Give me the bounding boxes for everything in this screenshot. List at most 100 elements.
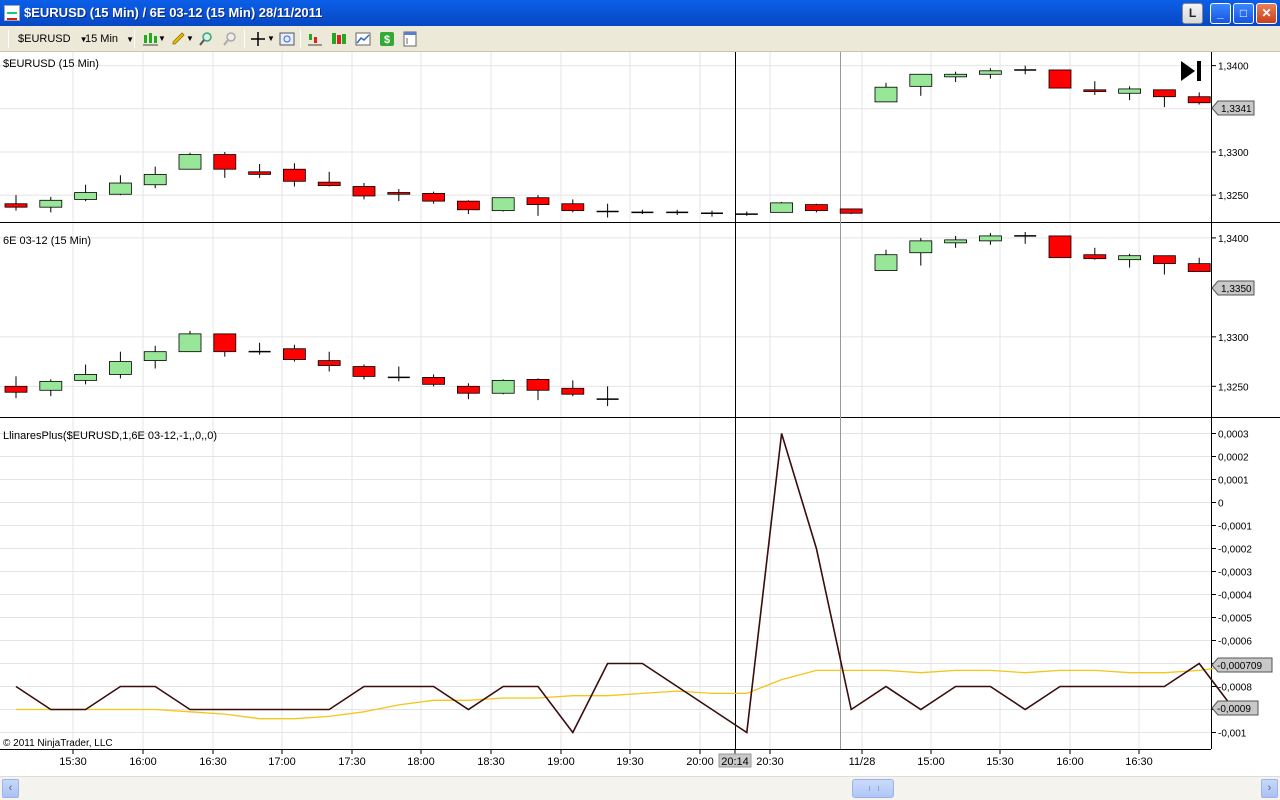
window-title: $EURUSD (15 Min) / 6E 03-12 (15 Min) 28/… bbox=[24, 5, 323, 20]
indicator-panel-tick-label: -0,0004 bbox=[1218, 591, 1252, 602]
eurusd-candle bbox=[178, 152, 202, 170]
crosshair-icon[interactable] bbox=[250, 31, 266, 47]
6e-candle bbox=[4, 376, 28, 399]
candle-body bbox=[1083, 89, 1107, 92]
candle-body bbox=[178, 154, 202, 170]
candle-body bbox=[909, 240, 933, 254]
eurusd-candle bbox=[213, 151, 237, 178]
eurusd-candle bbox=[1048, 69, 1072, 89]
candle-body bbox=[874, 254, 898, 271]
play-arrow-icon bbox=[1181, 61, 1195, 81]
instrument-selector[interactable]: $EURUSD ▼ bbox=[18, 30, 88, 48]
minimize-button[interactable]: _ bbox=[1210, 3, 1231, 24]
indicator-panel-tick-label: -0,0002 bbox=[1218, 545, 1252, 556]
link-button[interactable]: L bbox=[1182, 3, 1203, 24]
candle-body bbox=[1187, 263, 1211, 272]
pencil-icon[interactable] bbox=[170, 31, 186, 47]
6e-candle bbox=[213, 333, 237, 357]
candle-body bbox=[109, 361, 132, 375]
svg-text:-0,0009: -0,0009 bbox=[1217, 704, 1251, 715]
chevron-down-icon[interactable]: ▼ bbox=[186, 30, 194, 48]
candle-body bbox=[352, 366, 376, 377]
scroll-left-arrow-icon[interactable]: ‹ bbox=[2, 779, 19, 798]
6e-candle bbox=[422, 374, 446, 387]
eurusd-candle bbox=[1153, 89, 1176, 108]
time-axis-label: 17:00 bbox=[268, 756, 296, 768]
candle-body bbox=[4, 385, 28, 393]
eurusd-candle bbox=[770, 202, 793, 213]
svg-text:1,3341: 1,3341 bbox=[1221, 104, 1252, 115]
candle-body bbox=[422, 192, 446, 202]
candle-body bbox=[143, 173, 167, 186]
indicators-icon[interactable] bbox=[307, 31, 323, 47]
dollar-icon[interactable]: $ bbox=[379, 31, 395, 47]
time-axis-label: 16:30 bbox=[199, 756, 227, 768]
strategies-icon[interactable] bbox=[331, 31, 347, 47]
data-box-icon[interactable] bbox=[279, 31, 295, 47]
eurusd-candle bbox=[248, 164, 272, 178]
properties-icon[interactable] bbox=[402, 31, 418, 47]
candle-body bbox=[839, 208, 863, 214]
chevron-down-icon: ▼ bbox=[126, 35, 135, 44]
candle-body bbox=[39, 199, 63, 208]
6e-candle bbox=[1048, 235, 1072, 259]
line-chart-icon[interactable] bbox=[355, 31, 371, 47]
candle-body bbox=[944, 73, 967, 78]
maximize-button[interactable]: □ bbox=[1233, 3, 1254, 24]
6e-candle bbox=[178, 330, 202, 353]
toolbar-separator bbox=[134, 30, 135, 48]
time-axis-label: 16:00 bbox=[129, 756, 157, 768]
6e-candle bbox=[526, 378, 550, 401]
eurusd-candle bbox=[596, 203, 619, 218]
eurusd-candle bbox=[317, 171, 341, 187]
skip-to-end-button[interactable] bbox=[1181, 61, 1201, 81]
candle-body bbox=[944, 239, 967, 244]
candle-body bbox=[1187, 96, 1211, 104]
scrollbar-thumb[interactable] bbox=[852, 779, 894, 798]
bar-type-icon[interactable] bbox=[142, 31, 158, 47]
candle-body bbox=[4, 203, 28, 208]
eurusd-candle bbox=[909, 73, 933, 96]
candle-body bbox=[387, 192, 411, 195]
horizontal-scrollbar[interactable]: ‹ › bbox=[0, 776, 1280, 800]
6e-candle bbox=[1187, 257, 1211, 272]
indicator-panel-tick-label: 0,0003 bbox=[1218, 430, 1249, 441]
middle-price-marker: 1,3350 bbox=[1211, 280, 1255, 296]
close-button[interactable]: ✕ bbox=[1256, 3, 1277, 24]
scroll-right-arrow-icon[interactable]: › bbox=[1261, 779, 1278, 798]
candle-body bbox=[526, 197, 550, 205]
time-axis-label: 19:00 bbox=[547, 756, 575, 768]
eurusd-candle bbox=[109, 175, 132, 196]
candle-body bbox=[979, 70, 1002, 75]
chevron-down-icon[interactable]: ▼ bbox=[267, 30, 275, 48]
indicator-panel-tick-label: -0,001 bbox=[1218, 729, 1247, 740]
candle-body bbox=[248, 171, 272, 175]
eurusd-candle bbox=[491, 197, 515, 212]
toolbar-separator bbox=[300, 30, 301, 48]
chart-toolbar: $EURUSD ▼ 15 Min ▼ ▼ ▼ ▼ $ bbox=[0, 26, 1280, 52]
eurusd-candle bbox=[282, 163, 306, 187]
6e-candle bbox=[1083, 247, 1107, 260]
6e-candle bbox=[74, 364, 97, 385]
chevron-down-icon[interactable]: ▼ bbox=[158, 30, 166, 48]
top-panel-tick-label: 1,3300 bbox=[1218, 148, 1249, 159]
top-panel-tick-label: 1,3400 bbox=[1218, 62, 1249, 73]
chart-area[interactable]: 1,3400 1,3350 1,3300 1,3250 1,3400 1,3300 1,32… bbox=[0, 52, 1280, 775]
svg-text:-0,000709: -0,000709 bbox=[1217, 661, 1262, 672]
copyright-text: © 2011 NinjaTrader, LLC bbox=[3, 738, 113, 749]
eurusd-candle bbox=[979, 68, 1002, 79]
middle-panel-label: 6E 03-12 (15 Min) bbox=[3, 235, 91, 247]
zoom-in-icon[interactable] bbox=[198, 31, 214, 47]
toolbar-separator bbox=[244, 30, 245, 48]
6e-candle bbox=[352, 364, 376, 380]
candle-body bbox=[1048, 69, 1072, 89]
6e-candle bbox=[596, 386, 619, 407]
svg-text:$: $ bbox=[384, 34, 390, 46]
eurusd-candle bbox=[631, 209, 654, 215]
candle-body bbox=[979, 235, 1002, 242]
eurusd-candle bbox=[456, 200, 480, 215]
interval-selector[interactable]: 15 Min ▼ bbox=[85, 30, 134, 48]
zoom-out-icon[interactable] bbox=[222, 31, 238, 47]
eurusd-candle bbox=[874, 82, 898, 103]
time-axis-label: 20:14 bbox=[721, 756, 749, 768]
